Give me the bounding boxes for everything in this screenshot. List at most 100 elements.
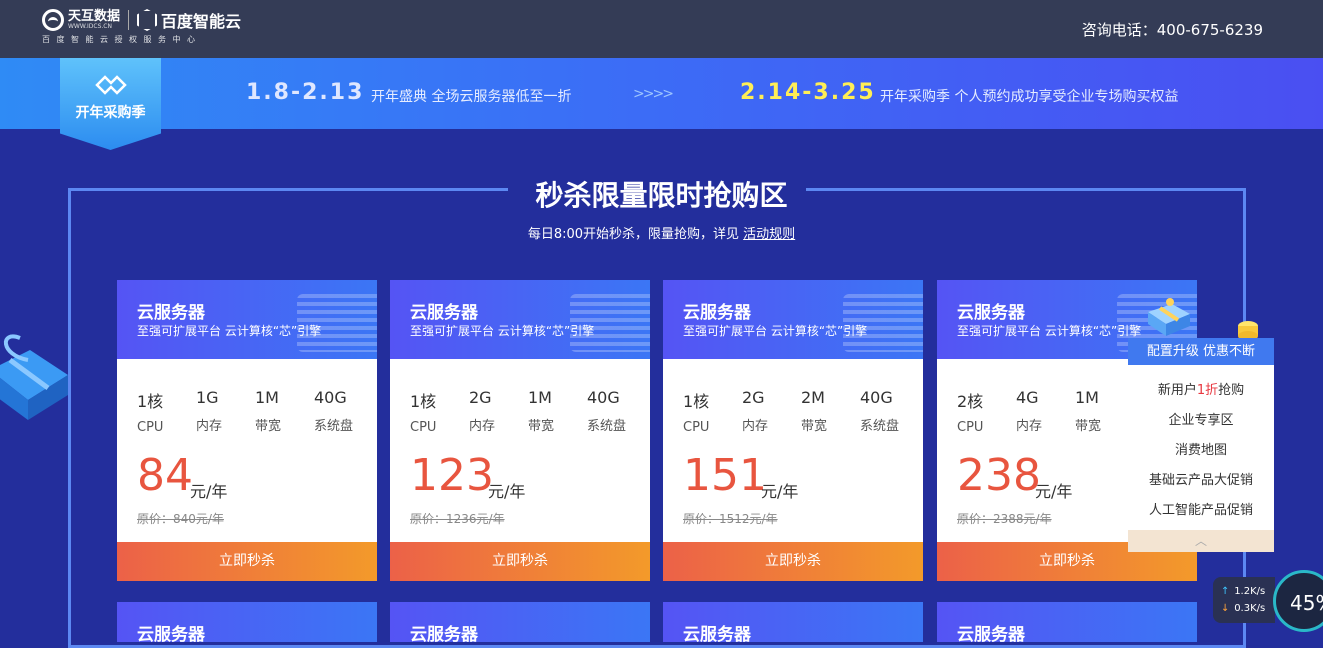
original-price: 原价：2388元/年: [957, 512, 1052, 526]
discount-highlight: 1折: [1196, 383, 1219, 398]
panel-link-basic-cloud[interactable]: 基础云产品大促销: [1128, 469, 1274, 488]
card-title: 云服务器: [683, 303, 751, 323]
spec-label: 内存: [1016, 419, 1043, 434]
gift-box-icon: [0, 334, 68, 420]
price-unit: 元/年: [761, 482, 799, 501]
spec-list: 1核 CPU 2G 内存 1M 带宽 40G 系统盘: [410, 388, 646, 435]
arrow-down-icon: ↓: [1221, 603, 1230, 614]
spec-disk: 40G: [860, 388, 893, 407]
spec-label: 带宽: [255, 419, 282, 434]
panel-link-spend-map[interactable]: 消费地图: [1128, 439, 1274, 458]
logo[interactable]: 天互数据 WWW.IDCS.CN 百度智能云: [42, 8, 241, 32]
partner-name: 百度智能云: [161, 12, 242, 31]
spec-label: 系统盘: [587, 419, 627, 434]
spec-cpu: 2核: [957, 392, 984, 411]
promo-2: 开年采购季 个人预约成功享受企业专场购买权益: [880, 89, 1179, 105]
side-promo-panel: 配置升级 优惠不断 新用户1折抢购 企业专享区 消费地图 基础云产品大促销 人工…: [1128, 338, 1274, 552]
spec-cpu: 1核: [137, 392, 164, 411]
arrow-up-icon: ↑: [1221, 586, 1230, 597]
top-bar: 天互数据 WWW.IDCS.CN 百度智能云 百度智能云授权服务中心 咨询电话：…: [0, 0, 1323, 58]
link-text: 抢购: [1218, 383, 1245, 398]
usage-percent: 45%: [1290, 591, 1323, 615]
spec-label: 内存: [742, 419, 769, 434]
logo-divider: [128, 10, 130, 30]
collapse-chevron-up-icon[interactable]: ︿: [1128, 530, 1274, 552]
product-card-partial: 云服务器: [663, 602, 923, 642]
card-desc: 至强可扩展平台 云计算核“芯”引擎: [683, 324, 868, 338]
product-card-partial: 云服务器: [117, 602, 377, 642]
card-header: 云服务器 至强可扩展平台 云计算核“芯”引擎: [390, 280, 650, 359]
spec-bandwidth: 1M: [528, 388, 552, 407]
card-header: 云服务器 至强可扩展平台 云计算核“芯”引擎: [117, 280, 377, 359]
price-unit: 元/年: [1035, 482, 1073, 501]
panel-link-ai-products[interactable]: 人工智能产品促销: [1128, 499, 1274, 518]
link-text: 新用户: [1157, 383, 1197, 398]
hotline: 咨询电话：400-675-6239: [1081, 21, 1263, 39]
price-unit: 元/年: [488, 482, 526, 501]
product-card: 云服务器 至强可扩展平台 云计算核“芯”引擎 1核 CPU 2G 内存 1M 带宽 4…: [390, 280, 650, 581]
card-title: 云服务器: [683, 625, 751, 642]
card-desc: 至强可扩展平台 云计算核“芯”引擎: [957, 324, 1142, 338]
section-subtitle: 每日8:00开始秒杀，限量抢购，详见 活动规则: [0, 223, 1323, 242]
logo-url: WWW.IDCS.CN: [68, 23, 112, 30]
product-card-partial: 云服务器: [937, 602, 1197, 642]
spec-label: CPU: [957, 420, 984, 435]
buy-now-button[interactable]: 立即秒杀: [663, 542, 923, 581]
spec-memory: 1G: [196, 388, 219, 407]
spec-memory: 4G: [1016, 388, 1039, 407]
subtitle-text: 每日8:00开始秒杀，限量抢购，详见: [527, 227, 740, 242]
spec-label: CPU: [137, 420, 164, 435]
spec-cpu: 1核: [410, 392, 437, 411]
logo-name: 天互数据: [68, 9, 121, 24]
original-price: 原价：1512元/年: [683, 512, 778, 526]
spec-label: CPU: [683, 420, 710, 435]
price: 84: [137, 450, 193, 501]
spec-label: 内存: [469, 419, 496, 434]
buy-now-button[interactable]: 立即秒杀: [390, 542, 650, 581]
tianhu-logo-icon: [42, 9, 64, 31]
panel-header: 配置升级 优惠不断: [1128, 338, 1274, 365]
card-title: 云服务器: [957, 625, 1025, 642]
spec-memory: 2G: [469, 388, 492, 407]
spec-label: 内存: [196, 419, 223, 434]
period-2: 2.14-3.25: [740, 80, 876, 105]
panel-body: 新用户1折抢购 企业专享区 消费地图 基础云产品大促销 人工智能产品促销: [1128, 365, 1274, 530]
upload-value: 1.2K/s: [1234, 586, 1266, 597]
card-title: 云服务器: [957, 303, 1025, 323]
product-card: 云服务器 至强可扩展平台 云计算核“芯”引擎 1核 CPU 1G 内存 1M 带宽 4…: [117, 280, 377, 581]
spec-bandwidth: 1M: [255, 388, 279, 407]
network-speed-widget: ↑ 1.2K/s ↓ 0.3K/s: [1213, 577, 1275, 623]
usage-gauge[interactable]: 45%: [1273, 570, 1323, 632]
period-1: 1.8-2.13: [246, 80, 365, 105]
product-card-partial: 云服务器: [390, 602, 650, 642]
card-desc: 至强可扩展平台 云计算核“芯”引擎: [137, 324, 322, 338]
spec-label: 系统盘: [314, 419, 354, 434]
rules-link[interactable]: 活动规则: [743, 227, 795, 242]
card-title: 云服务器: [137, 625, 205, 642]
download-speed: ↓ 0.3K/s: [1221, 603, 1265, 614]
buy-now-button[interactable]: 立即秒杀: [117, 542, 377, 581]
original-price: 原价：840元/年: [137, 512, 224, 526]
spec-disk: 40G: [587, 388, 620, 407]
baidu-cloud-icon: [137, 9, 158, 31]
card-title: 云服务器: [137, 303, 205, 323]
price-unit: 元/年: [190, 482, 228, 501]
spec-bandwidth: 1M: [1075, 388, 1099, 407]
spec-list: 1核 CPU 1G 内存 1M 带宽 40G 系统盘: [137, 388, 373, 435]
logo-tagline: 百度智能云授权服务中心: [42, 35, 202, 44]
spec-list: 1核 CPU 2G 内存 2M 带宽 40G 系统盘: [683, 388, 919, 435]
spec-label: 带宽: [1075, 419, 1102, 434]
campaign-badge: 开年采购季: [60, 58, 161, 150]
card-header: 云服务器 至强可扩展平台 云计算核“芯”引擎: [663, 280, 923, 359]
price: 151: [683, 450, 767, 501]
panel-link-enterprise[interactable]: 企业专享区: [1128, 409, 1274, 428]
product-card: 云服务器 至强可扩展平台 云计算核“芯”引擎 1核 CPU 2G 内存 2M 带宽 4…: [663, 280, 923, 581]
panel-link-new-user[interactable]: 新用户1折抢购: [1128, 379, 1274, 398]
spec-label: 带宽: [801, 419, 828, 434]
diamond-logo-icon: [95, 75, 127, 95]
card-desc: 至强可扩展平台 云计算核“芯”引擎: [410, 324, 595, 338]
spec-cpu: 1核: [683, 392, 710, 411]
card-title: 云服务器: [410, 625, 478, 642]
promo-1: 开年盛典 全场云服务器低至一折: [371, 89, 572, 105]
spec-label: CPU: [410, 420, 437, 435]
